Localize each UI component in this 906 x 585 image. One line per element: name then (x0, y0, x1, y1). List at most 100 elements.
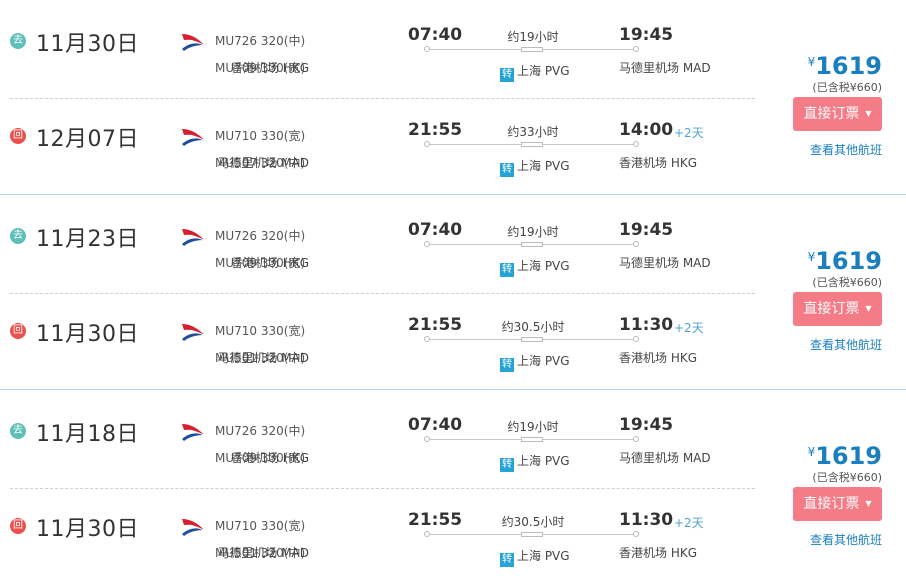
transfer-label: 上海 PVG (517, 259, 570, 273)
arrival-airport: 香港机场 HKG (619, 156, 698, 170)
airline-logo-icon (182, 129, 205, 146)
price: ¥1619 (808, 442, 882, 470)
transfer-icon: 转 (500, 68, 514, 82)
outbound-badge: 去 (10, 33, 26, 49)
next-day-indicator: +2天 (674, 516, 704, 530)
route-stop-marker (521, 47, 543, 52)
duration: 约19小时 (507, 30, 559, 44)
caret-down-icon: ▼ (865, 304, 872, 313)
book-now-button[interactable]: 直接订票 ▼ (793, 292, 882, 326)
travel-date: 11月30日 (36, 517, 139, 542)
departure-airport: 香港机场 HKG (230, 451, 309, 465)
flight-number[interactable]: MU710 330(宽) (215, 322, 305, 339)
view-other-flights-link[interactable]: 查看其他航班 (810, 531, 882, 548)
duration: 约19小时 (507, 420, 559, 434)
book-now-label: 直接订票 (803, 496, 860, 512)
tax-note: (已含税¥660) (812, 471, 882, 484)
arrival-airport: 香港机场 HKG (619, 351, 698, 365)
duration: 约19小时 (507, 225, 559, 239)
arrival-time: 19:45 (619, 25, 674, 45)
airline-logo-icon (182, 519, 205, 536)
duration: 约30.5小时 (501, 320, 565, 334)
arrival-airport: 香港机场 HKG (619, 546, 698, 560)
caret-down-icon: ▼ (865, 109, 872, 118)
view-other-flights-link[interactable]: 查看其他航班 (810, 141, 882, 158)
departure-airport: 马德里机场 MAD (217, 351, 309, 365)
arrival-airport: 马德里机场 MAD (619, 256, 711, 270)
outbound-badge: 去 (10, 228, 26, 244)
arrival-time: 14:00 (619, 120, 674, 140)
departure-airport: 香港机场 HKG (230, 61, 309, 75)
travel-date: 11月30日 (36, 32, 139, 57)
duration: 约33小时 (507, 125, 559, 139)
travel-date: 12月07日 (36, 127, 139, 152)
departure-airport: 马德里机场 MAD (217, 156, 309, 170)
transfer-city: 转上海 PVG (500, 452, 570, 472)
transfer-label: 上海 PVG (517, 64, 570, 78)
itinerary-card: 去 11月23日 MU726 320(中) MU709 330(宽) 07:40… (0, 195, 906, 390)
tax-note: (已含税¥660) (812, 276, 882, 289)
route-dot (633, 141, 639, 147)
travel-date: 11月18日 (36, 422, 139, 447)
book-now-button[interactable]: 直接订票 ▼ (793, 97, 882, 131)
route-dot (633, 436, 639, 442)
view-other-flights-link[interactable]: 查看其他航班 (810, 336, 882, 353)
flight-number[interactable]: MU726 320(中) (215, 422, 305, 439)
arrival-time: 11:30 (619, 315, 674, 335)
price: ¥1619 (808, 247, 882, 275)
route-dot (633, 336, 639, 342)
arrival-time: 19:45 (619, 415, 674, 435)
flight-number[interactable]: MU726 320(中) (215, 227, 305, 244)
itinerary-card: 去 11月18日 MU726 320(中) MU709 330(宽) 07:40… (0, 390, 906, 585)
airline-logo-icon (182, 229, 205, 246)
airline-logo-icon (182, 34, 205, 51)
next-day-indicator: +2天 (674, 126, 704, 140)
route-stop-marker (521, 532, 543, 537)
route-stop-marker (521, 437, 543, 442)
travel-date: 11月23日 (36, 227, 139, 252)
flight-number[interactable]: MU710 330(宽) (215, 517, 305, 534)
transfer-label: 上海 PVG (517, 454, 570, 468)
book-now-button[interactable]: 直接订票 ▼ (793, 487, 882, 521)
return-badge: 回 (10, 518, 26, 534)
route-stop-marker (521, 142, 543, 147)
inbound-leg: 回 11月30日 MU710 330(宽) MU501 320(中) 21:55… (0, 290, 760, 387)
route-dot (424, 141, 430, 147)
transfer-icon: 转 (500, 458, 514, 472)
outbound-badge: 去 (10, 423, 26, 439)
arrival-airport: 马德里机场 MAD (619, 61, 711, 75)
transfer-label: 上海 PVG (517, 354, 570, 368)
route-stop-marker (521, 242, 543, 247)
transfer-city: 转上海 PVG (500, 547, 570, 567)
duration: 约30.5小时 (501, 515, 565, 529)
flight-number[interactable]: MU726 320(中) (215, 32, 305, 49)
price-amount: 1619 (815, 442, 882, 470)
tax-note: (已含税¥660) (812, 81, 882, 94)
arrival-time: 19:45 (619, 220, 674, 240)
transfer-city: 转上海 PVG (500, 257, 570, 277)
departure-airport: 马德里机场 MAD (217, 546, 309, 560)
route-dot (424, 531, 430, 537)
route-dot (633, 46, 639, 52)
route-dot (424, 336, 430, 342)
flight-number[interactable]: MU710 330(宽) (215, 127, 305, 144)
transfer-city: 转上海 PVG (500, 62, 570, 82)
airline-logo-icon (182, 324, 205, 341)
travel-date: 11月30日 (36, 322, 139, 347)
caret-down-icon: ▼ (865, 499, 872, 508)
transfer-icon: 转 (500, 358, 514, 372)
route-dot (633, 531, 639, 537)
arrival-time: 11:30 (619, 510, 674, 530)
book-now-label: 直接订票 (803, 301, 860, 317)
route-dot (424, 46, 430, 52)
transfer-label: 上海 PVG (517, 549, 570, 563)
route-dot (633, 241, 639, 247)
return-badge: 回 (10, 128, 26, 144)
transfer-label: 上海 PVG (517, 159, 570, 173)
outbound-leg: 去 11月23日 MU726 320(中) MU709 330(宽) 07:40… (0, 195, 760, 292)
price: ¥1619 (808, 52, 882, 80)
book-now-label: 直接订票 (803, 106, 860, 122)
inbound-leg: 回 12月07日 MU710 330(宽) MU507 320(中) 21:55… (0, 95, 760, 192)
outbound-leg: 去 11月18日 MU726 320(中) MU709 330(宽) 07:40… (0, 390, 760, 487)
route-dot (424, 436, 430, 442)
